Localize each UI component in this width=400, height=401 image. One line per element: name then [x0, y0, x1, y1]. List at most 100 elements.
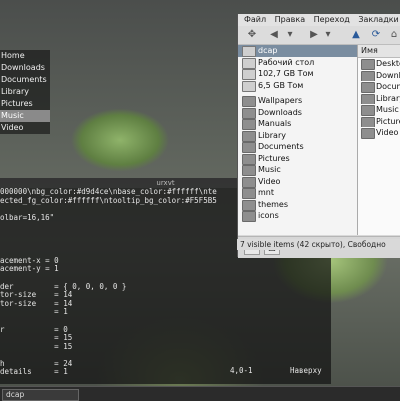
bookmark-folder-item[interactable]: Music: [238, 164, 357, 176]
bookmark-item[interactable]: Home: [0, 50, 50, 62]
toolbar: ✥ ◀ ▾ ▶ ▾ ▲ ⟳ ⌂: [238, 26, 400, 45]
bookmark-item[interactable]: Downloads: [0, 62, 50, 74]
cursor-position: 4,0-1: [230, 366, 253, 375]
folder-icon: [242, 165, 256, 176]
file-name: Library: [376, 93, 400, 103]
home-folder-icon: [242, 46, 256, 57]
back-dropdown-icon[interactable]: ▾: [284, 29, 296, 41]
place-label: dcap: [258, 46, 278, 55]
places-sidebar: dcap Рабочий стол 102,7 GB Том 6,5 GB Том Wa…: [238, 45, 358, 235]
folder-icon: [361, 105, 375, 116]
bookmark-item[interactable]: Video: [0, 122, 50, 134]
bookmark-item[interactable]: Music: [0, 110, 50, 122]
file-row[interactable]: Video: [358, 127, 400, 139]
terminal-line: der = { 0, 0, 0, 0 }: [0, 282, 127, 291]
folder-icon: [242, 119, 256, 130]
bookmark-folder-label: Music: [258, 165, 281, 174]
scroll-position: Наверху: [290, 366, 322, 375]
file-row[interactable]: Documents: [358, 81, 400, 93]
folder-icon: [242, 142, 256, 153]
move-icon[interactable]: ✥: [246, 29, 258, 41]
bookmark-item[interactable]: Library: [0, 86, 50, 98]
file-manager-body: dcap Рабочий стол 102,7 GB Том 6,5 GB Том Wa…: [238, 45, 400, 235]
up-arrow-icon[interactable]: ▲: [350, 29, 362, 41]
file-row[interactable]: Downloads: [358, 70, 400, 81]
bookmark-folder-item[interactable]: Video: [238, 176, 357, 188]
menu-go[interactable]: Переход: [314, 15, 350, 24]
bookmark-item[interactable]: Documents: [0, 74, 50, 86]
status-bar: 7 visible items (42 скрыто), Свободно: [237, 239, 400, 250]
bookmark-folder-label: Pictures: [258, 153, 290, 163]
bookmark-folder-label: Documents: [258, 142, 304, 151]
forward-arrow-icon[interactable]: ▶: [308, 29, 320, 41]
bookmark-folder-item[interactable]: Downloads: [238, 107, 357, 119]
file-name: Documents: [376, 82, 400, 91]
terminal-statusline: 4,0-1 Наверху: [0, 366, 331, 376]
folder-icon: [361, 93, 375, 104]
bookmark-folder-label: Wallpapers: [258, 96, 303, 105]
place-item[interactable]: 102,7 GB Том: [238, 68, 357, 80]
file-name: Desktop: [376, 59, 400, 68]
drive-icon: [242, 69, 256, 80]
file-row[interactable]: Music: [358, 104, 400, 116]
folder-icon: [361, 59, 375, 70]
place-item[interactable]: 6,5 GB Том: [238, 80, 357, 92]
menu-edit[interactable]: Правка: [275, 15, 305, 24]
bookmark-folder-label: icons: [258, 211, 279, 220]
forward-dropdown-icon[interactable]: ▾: [322, 29, 334, 41]
folder-icon: [361, 116, 375, 127]
file-name: Pictures: [376, 116, 400, 126]
menu-file[interactable]: Файл: [244, 15, 266, 24]
bookmark-folder-label: Library: [258, 130, 286, 140]
terminal-line: = 1: [0, 308, 68, 317]
bookmark-folder-label: themes: [258, 199, 289, 209]
folder-icon: [242, 107, 256, 119]
folder-icon: [242, 211, 256, 222]
file-row[interactable]: Pictures: [358, 116, 400, 127]
bookmark-folder-label: mnt: [258, 188, 274, 197]
terminal-line: r = 0: [0, 325, 68, 334]
place-item[interactable]: Рабочий стол: [238, 57, 357, 69]
bookmark-folder-label: Downloads: [258, 107, 302, 117]
terminal-line: acement-y = 1: [0, 265, 59, 274]
folder-icon: [242, 199, 256, 211]
place-item[interactable]: dcap: [238, 45, 357, 57]
bookmark-folder-item[interactable]: icons: [238, 210, 357, 222]
file-name: Music: [376, 105, 399, 114]
bookmark-folder-item[interactable]: Documents: [238, 141, 357, 153]
drive-icon: [242, 80, 256, 92]
taskbar-item-dcap[interactable]: dcap: [2, 389, 79, 401]
folder-icon: [242, 188, 256, 199]
terminal-line: = 15: [0, 342, 73, 351]
back-arrow-icon[interactable]: ◀: [268, 29, 280, 41]
menu-bar: Файл Правка Переход Закладки: [238, 14, 400, 26]
terminal-line: tor-size = 14: [0, 299, 73, 308]
folder-icon: [242, 130, 256, 142]
bookmark-folder-item[interactable]: themes: [238, 199, 357, 211]
bookmark-folder-item[interactable]: mnt: [238, 187, 357, 199]
bookmark-folder-item[interactable]: Wallpapers: [238, 95, 357, 107]
column-header-name[interactable]: Имя: [358, 45, 400, 58]
file-row[interactable]: Desktop: [358, 58, 400, 70]
reload-icon[interactable]: ⟳: [370, 29, 382, 41]
menu-bookmarks[interactable]: Закладки: [358, 15, 398, 24]
place-label: 102,7 GB Том: [258, 69, 314, 78]
home-icon[interactable]: ⌂: [388, 29, 400, 41]
terminal-line: acement-x = 0: [0, 256, 59, 265]
folder-icon: [361, 82, 375, 93]
file-manager-window: Файл Правка Переход Закладки ✥ ◀ ▾ ▶ ▾ ▲…: [237, 14, 400, 258]
folder-icon: [361, 128, 375, 139]
terminal-line: = 15: [0, 334, 73, 343]
bookmark-folder-item[interactable]: Pictures: [238, 153, 357, 165]
file-row[interactable]: Library: [358, 93, 400, 104]
bookmark-item[interactable]: Pictures: [0, 98, 50, 110]
bookmark-folder-item[interactable]: Library: [238, 130, 357, 142]
bookmark-folder-item[interactable]: Manuals: [238, 118, 357, 130]
taskbar: dcap: [0, 386, 400, 401]
terminal-line: tor-size = 14: [0, 291, 73, 300]
file-list: Имя Desktop Downloads Documents Library Musi…: [358, 45, 400, 235]
folder-icon: [242, 96, 256, 107]
bookmark-folder-label: Manuals: [258, 119, 292, 128]
